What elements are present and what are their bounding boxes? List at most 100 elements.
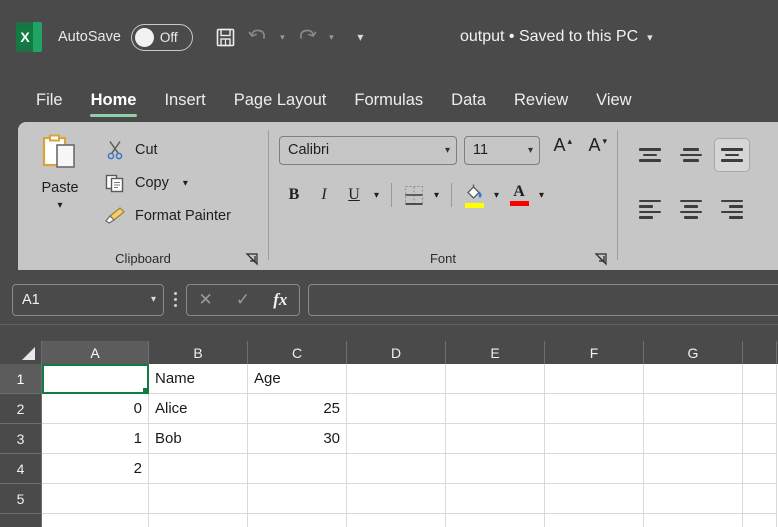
- cell-E1[interactable]: [446, 364, 545, 394]
- column-header-C[interactable]: C: [248, 341, 347, 364]
- column-header-E[interactable]: E: [446, 341, 545, 364]
- cell-B4[interactable]: [149, 454, 248, 484]
- copy-button[interactable]: Copy ▾: [102, 169, 268, 197]
- cell-B2[interactable]: Alice: [149, 394, 248, 424]
- tab-view[interactable]: View: [582, 91, 645, 119]
- font-name-chevron-down-icon[interactable]: ▾: [445, 145, 450, 156]
- tab-page-layout[interactable]: Page Layout: [220, 91, 341, 119]
- column-header-G[interactable]: G: [644, 341, 743, 364]
- row-header-5[interactable]: 5: [0, 484, 42, 514]
- cell-A4[interactable]: 2: [42, 454, 149, 484]
- undo-icon[interactable]: [243, 22, 273, 52]
- autosave-toggle[interactable]: Off: [130, 23, 193, 51]
- font-name-select[interactable]: Calibri ▾: [279, 135, 457, 165]
- cell-A2[interactable]: 0: [42, 394, 149, 424]
- underline-chevron-down-icon[interactable]: ▾: [369, 190, 384, 201]
- tab-insert[interactable]: Insert: [150, 91, 219, 119]
- tab-formulas[interactable]: Formulas: [340, 91, 437, 119]
- cell-B5[interactable]: [149, 484, 248, 514]
- fill-color-button[interactable]: [459, 180, 489, 211]
- cell-D3[interactable]: [347, 424, 446, 454]
- cell-X4[interactable]: [743, 454, 777, 484]
- document-title[interactable]: output • Saved to this PC ▾: [460, 0, 653, 74]
- cell-D1[interactable]: [347, 364, 446, 394]
- name-box-chevron-down-icon[interactable]: ▾: [151, 294, 156, 305]
- cancel-formula-close-icon[interactable]: ✕: [187, 285, 224, 315]
- column-header-A[interactable]: A: [42, 341, 149, 364]
- cell-F[interactable]: [545, 514, 644, 527]
- save-icon[interactable]: [211, 22, 241, 52]
- paste-button[interactable]: Paste ▾: [18, 128, 102, 246]
- title-chevron-down-icon[interactable]: ▾: [647, 31, 653, 44]
- cell-B1[interactable]: Name: [149, 364, 248, 394]
- cell-B[interactable]: [149, 514, 248, 527]
- cell-F1[interactable]: [545, 364, 644, 394]
- select-all-corner-icon[interactable]: [0, 341, 42, 364]
- font-dialog-launcher-icon[interactable]: [594, 252, 608, 266]
- cell-B3[interactable]: Bob: [149, 424, 248, 454]
- tab-data[interactable]: Data: [437, 91, 500, 119]
- tab-home[interactable]: Home: [77, 91, 151, 119]
- column-header-partial[interactable]: [743, 341, 777, 364]
- cell-C4[interactable]: [248, 454, 347, 484]
- cell-E[interactable]: [446, 514, 545, 527]
- cell-E2[interactable]: [446, 394, 545, 424]
- cut-button[interactable]: Cut: [102, 136, 268, 164]
- cell-C3[interactable]: 30: [248, 424, 347, 454]
- redo-dropdown-chevron-down-icon[interactable]: ▾: [324, 22, 339, 52]
- bold-button[interactable]: B: [279, 180, 309, 210]
- clipboard-dialog-launcher-icon[interactable]: [245, 252, 259, 266]
- redo-icon[interactable]: [292, 22, 322, 52]
- font-color-button[interactable]: A: [504, 180, 534, 211]
- borders-icon[interactable]: [399, 180, 429, 210]
- format-painter-button[interactable]: Format Painter: [102, 202, 268, 230]
- cell-C2[interactable]: 25: [248, 394, 347, 424]
- font-size-select[interactable]: 11 ▾: [464, 135, 540, 165]
- tab-file[interactable]: File: [22, 91, 77, 119]
- cell-X1[interactable]: [743, 364, 777, 394]
- underline-button[interactable]: U: [339, 180, 369, 210]
- font-size-chevron-down-icon[interactable]: ▾: [528, 145, 533, 156]
- cell-C1[interactable]: Age: [248, 364, 347, 394]
- tab-review[interactable]: Review: [500, 91, 582, 119]
- cell-G[interactable]: [644, 514, 743, 527]
- cell-D2[interactable]: [347, 394, 446, 424]
- align-center-icon[interactable]: [673, 192, 709, 226]
- align-middle-icon[interactable]: [673, 138, 709, 172]
- cell-X5[interactable]: [743, 484, 777, 514]
- align-top-icon[interactable]: [632, 138, 668, 172]
- increase-font-size-button[interactable]: A ▴: [544, 135, 575, 165]
- cell-A5[interactable]: [42, 484, 149, 514]
- cell-E3[interactable]: [446, 424, 545, 454]
- cell-E5[interactable]: [446, 484, 545, 514]
- cell-D4[interactable]: [347, 454, 446, 484]
- copy-chevron-down-icon[interactable]: ▾: [183, 178, 188, 189]
- cell-G3[interactable]: [644, 424, 743, 454]
- align-left-icon[interactable]: [632, 192, 668, 226]
- cell-F3[interactable]: [545, 424, 644, 454]
- cell-G1[interactable]: [644, 364, 743, 394]
- borders-chevron-down-icon[interactable]: ▾: [429, 190, 444, 201]
- customize-qat-chevron-down-icon[interactable]: ▾: [353, 22, 368, 52]
- cell-G5[interactable]: [644, 484, 743, 514]
- kebab-menu-icon[interactable]: [164, 284, 186, 316]
- row-header-4[interactable]: 4: [0, 454, 42, 484]
- cell-E4[interactable]: [446, 454, 545, 484]
- cell-C5[interactable]: [248, 484, 347, 514]
- column-header-B[interactable]: B: [149, 341, 248, 364]
- font-color-chevron-down-icon[interactable]: ▾: [534, 190, 549, 201]
- row-header-1[interactable]: 1: [0, 364, 42, 394]
- undo-dropdown-chevron-down-icon[interactable]: ▾: [275, 22, 290, 52]
- insert-function-icon[interactable]: fx: [262, 285, 299, 315]
- cell-F5[interactable]: [545, 484, 644, 514]
- cell-A3[interactable]: 1: [42, 424, 149, 454]
- column-header-F[interactable]: F: [545, 341, 644, 364]
- row-header-3[interactable]: 3: [0, 424, 42, 454]
- column-header-D[interactable]: D: [347, 341, 446, 364]
- cell-D[interactable]: [347, 514, 446, 527]
- fill-color-chevron-down-icon[interactable]: ▾: [489, 190, 504, 201]
- cell-C[interactable]: [248, 514, 347, 527]
- cell-A1[interactable]: [42, 364, 149, 394]
- formula-input[interactable]: [308, 283, 778, 316]
- align-bottom-icon[interactable]: [714, 138, 750, 172]
